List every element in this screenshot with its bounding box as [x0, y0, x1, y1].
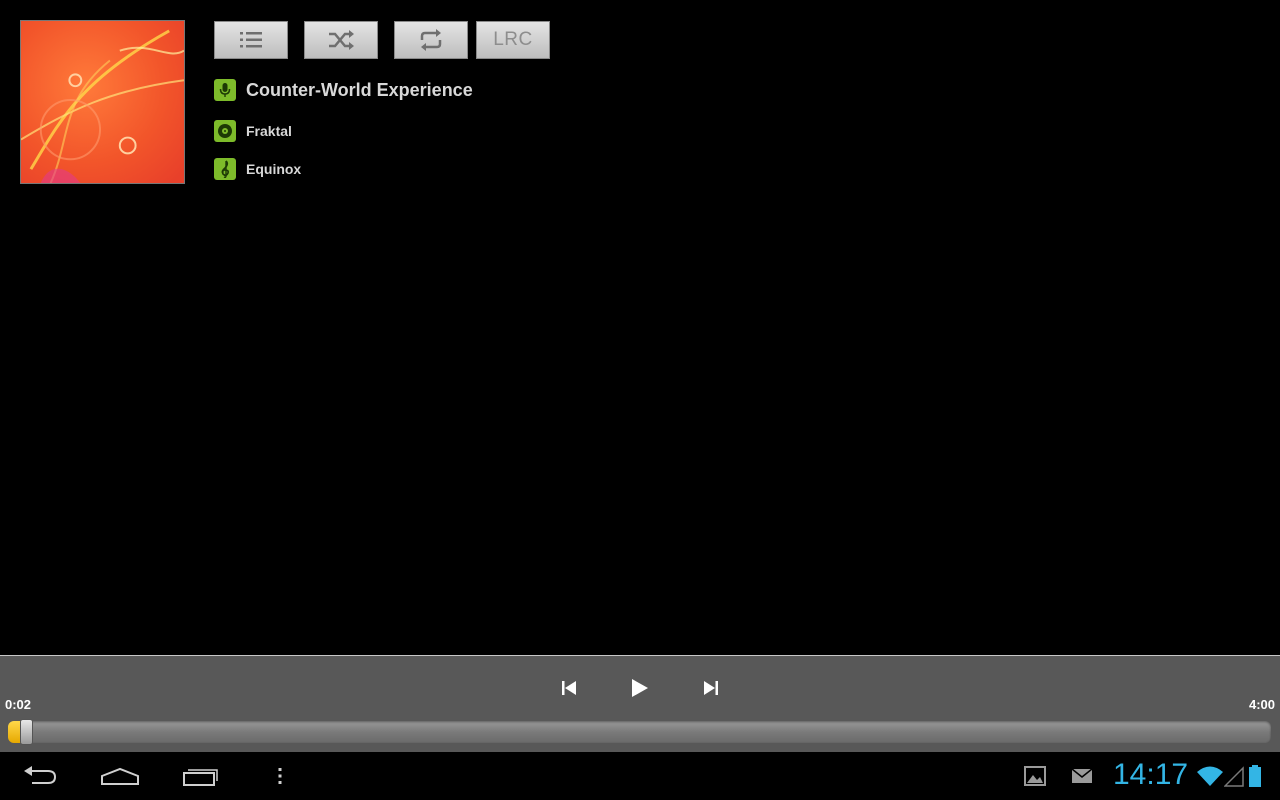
list-icon: [240, 32, 262, 48]
skip-previous-icon: [562, 681, 576, 695]
email-notification-icon[interactable]: [1071, 764, 1093, 788]
repeat-button[interactable]: [394, 21, 468, 59]
next-button[interactable]: [696, 673, 726, 703]
play-icon: [632, 679, 648, 697]
seek-bar[interactable]: [8, 719, 1271, 745]
elapsed-time: 0:02: [5, 697, 32, 712]
play-button[interactable]: [624, 673, 654, 703]
lyrics-button-label: LRC: [493, 29, 533, 50]
wifi-icon: [1196, 764, 1224, 788]
menu-button[interactable]: [274, 762, 286, 790]
recent-apps-icon: [183, 769, 218, 786]
battery-icon: [1248, 764, 1262, 788]
gallery-notification-icon[interactable]: [1024, 764, 1046, 788]
track-title-row: Counter-World Experience: [214, 79, 473, 101]
shuffle-icon: [329, 30, 354, 50]
system-navigation-bar: [0, 752, 1280, 800]
album-art: [20, 20, 185, 184]
album-row: Fraktal: [214, 120, 292, 142]
lyrics-button[interactable]: LRC: [476, 21, 550, 59]
shuffle-button[interactable]: [304, 21, 378, 59]
status-clock: 14:17: [1113, 758, 1189, 791]
home-button[interactable]: [100, 762, 140, 790]
treble-clef-icon: [214, 158, 236, 180]
overflow-menu-icon: [278, 768, 282, 784]
seek-thumb[interactable]: [20, 719, 33, 745]
artist-row: Equinox: [214, 158, 301, 180]
signal-icon: [1224, 764, 1244, 788]
total-duration: 4:00: [1248, 697, 1275, 712]
home-icon: [101, 767, 139, 785]
skip-next-icon: [704, 681, 718, 695]
album-cover-image: [21, 21, 184, 183]
playback-controls: 0:02 4:00: [0, 655, 1280, 752]
recent-apps-button[interactable]: [182, 762, 220, 790]
track-title: Counter-World Experience: [246, 79, 473, 100]
back-button[interactable]: [22, 762, 58, 790]
album-name: Fraktal: [246, 123, 292, 139]
artist-name: Equinox: [246, 161, 302, 177]
disc-icon: [214, 120, 236, 142]
microphone-icon: [214, 79, 236, 101]
back-arrow-icon: [24, 766, 57, 784]
playlist-button[interactable]: [214, 21, 288, 59]
previous-button[interactable]: [554, 673, 584, 703]
repeat-icon: [420, 29, 442, 51]
